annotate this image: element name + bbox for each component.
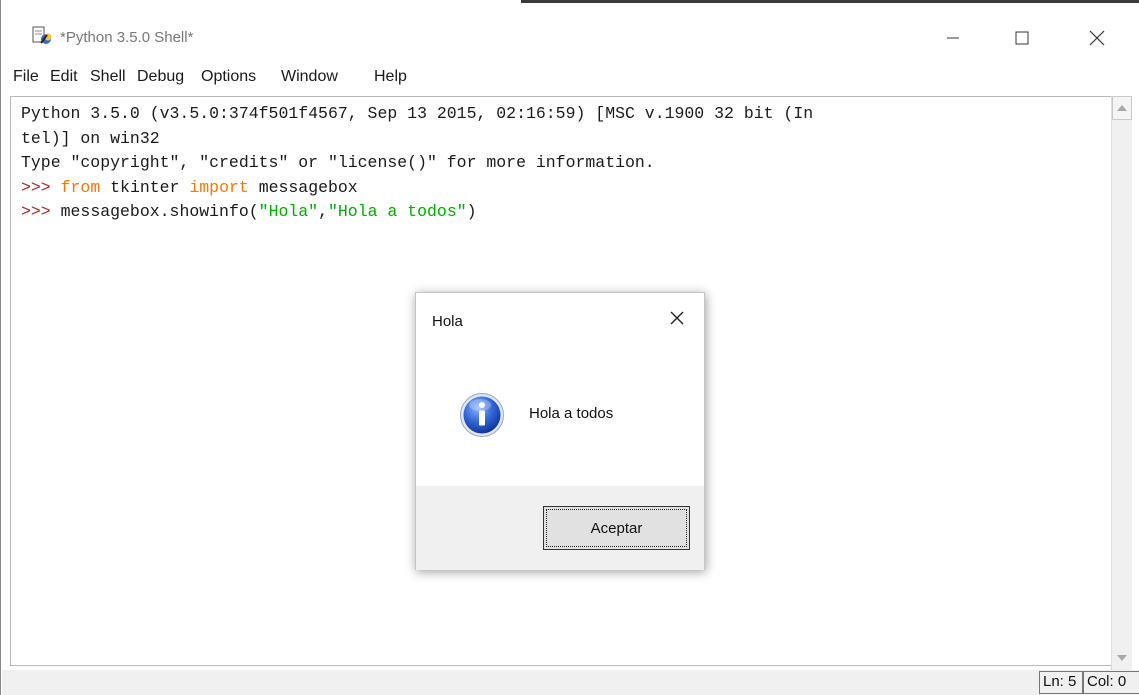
vertical-scrollbar[interactable]: [1111, 96, 1132, 670]
banner-line-3: Type "copyright", "credits" or "license(…: [21, 153, 655, 173]
dialog-message: Hola a todos: [529, 405, 614, 422]
status-bar: Ln: 5 Col: 0: [2, 670, 1139, 695]
close-icon: [1089, 30, 1105, 46]
background-window-edge: [521, 0, 1139, 3]
import-name: messagebox: [258, 177, 358, 197]
arrow-down-icon: [1117, 655, 1127, 661]
string-arg-1: "Hola": [258, 202, 319, 222]
keyword-from: from: [60, 177, 101, 197]
arrow-up-icon: [1117, 105, 1127, 111]
menu-file[interactable]: File: [13, 68, 39, 86]
shell-prompt: >>>: [21, 202, 51, 222]
call-text: messagebox.showinfo(: [60, 202, 259, 222]
dialog-button-area: Aceptar: [416, 486, 704, 570]
dialog-title: Hola: [432, 313, 463, 330]
messagebox-dialog: Hola Hola a todos Aceptar: [415, 292, 705, 570]
close-icon: [670, 311, 684, 325]
window-title: *Python 3.5.0 Shell*: [60, 29, 194, 46]
keyword-import: import: [189, 177, 249, 197]
scroll-up-button[interactable]: [1112, 96, 1132, 120]
idle-app-icon: [32, 26, 52, 44]
menu-edit[interactable]: Edit: [50, 68, 78, 86]
scroll-down-button[interactable]: [1112, 646, 1132, 670]
menu-window[interactable]: Window: [281, 68, 338, 86]
banner-line-2: tel)] on win32: [21, 128, 160, 148]
module-name: tkinter: [110, 177, 180, 197]
aceptar-label: Aceptar: [546, 509, 687, 547]
call-close: ): [466, 202, 477, 222]
menu-debug[interactable]: Debug: [137, 68, 184, 86]
maximize-icon: [1015, 31, 1029, 45]
banner-line-1: Python 3.5.0 (v3.5.0:374f501f4567, Sep 1…: [21, 104, 814, 123]
minimize-icon: [947, 37, 959, 39]
menu-bar: File Edit Shell Debug Options Window Hel…: [2, 64, 1139, 90]
menu-options[interactable]: Options: [201, 68, 256, 86]
dialog-close-button[interactable]: [660, 303, 694, 333]
close-button[interactable]: [1074, 24, 1120, 52]
column-indicator: Col: 0: [1083, 671, 1139, 694]
minimize-button[interactable]: [930, 24, 976, 52]
title-bar[interactable]: *Python 3.5.0 Shell*: [2, 12, 1139, 52]
line-indicator: Ln: 5: [1039, 671, 1083, 694]
menu-help[interactable]: Help: [374, 68, 407, 86]
shell-prompt: >>>: [21, 177, 51, 197]
maximize-button[interactable]: [999, 24, 1045, 52]
menu-shell[interactable]: Shell: [90, 68, 126, 86]
shell-output: Python 3.5.0 (v3.5.0:374f501f4567, Sep 1…: [21, 102, 813, 225]
aceptar-button[interactable]: Aceptar: [543, 506, 690, 550]
string-arg-2: "Hola a todos": [328, 202, 467, 222]
arg-separator: ,: [318, 202, 328, 222]
info-icon: [460, 393, 504, 437]
